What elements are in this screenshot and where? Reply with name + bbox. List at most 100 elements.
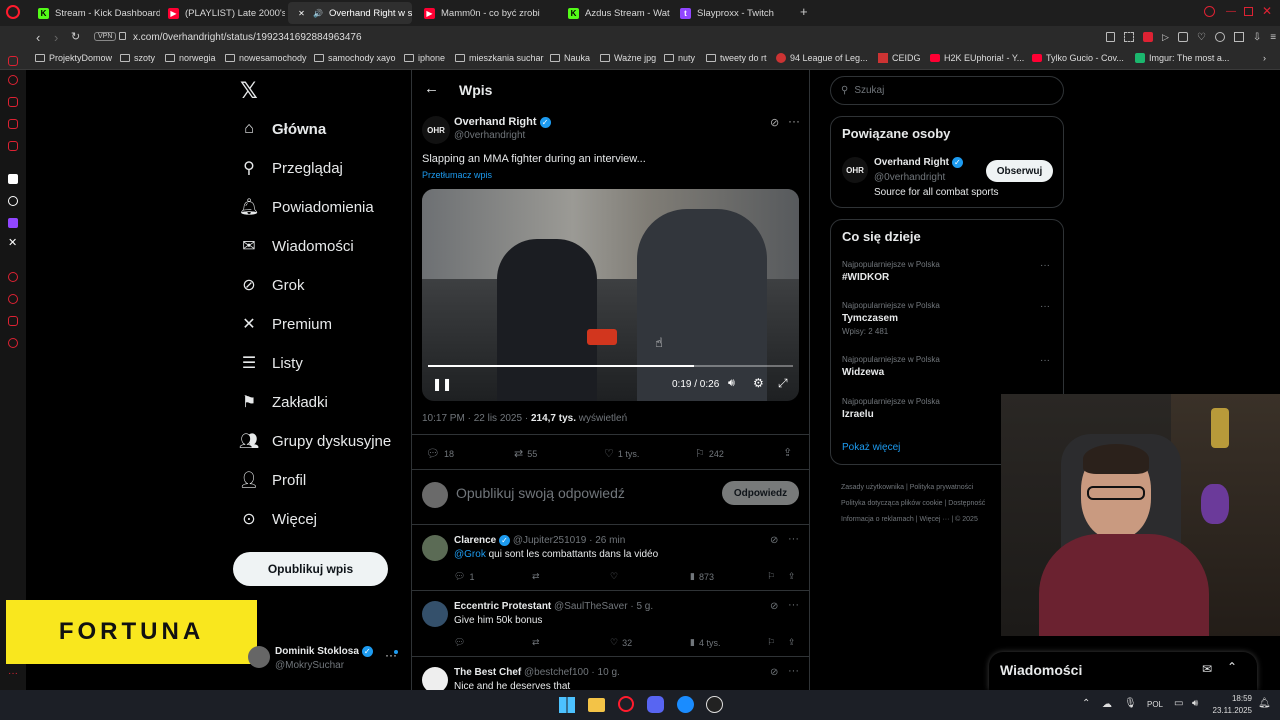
new-tab-button[interactable]: + <box>800 4 808 19</box>
reply-button[interactable]: Odpowiedz <box>722 481 799 505</box>
footer-link[interactable]: Polityka dotycząca plików cookie <box>841 500 943 507</box>
views-action[interactable]: ▮ 4 tys. <box>690 637 720 648</box>
nav-lists[interactable]: ☰ Listy <box>240 354 303 373</box>
notifications-icon[interactable]: 🔔︎ <box>1258 698 1271 709</box>
trend-more-icon[interactable]: ··· <box>1040 301 1050 312</box>
sidebar-bag-icon[interactable] <box>8 97 18 107</box>
bookmark-nauka[interactable]: Nauka <box>550 53 590 63</box>
back-icon[interactable]: ‹ <box>36 30 40 45</box>
reply-action[interactable]: 💬︎ 18 <box>426 447 454 460</box>
close-button[interactable]: ✕ <box>1262 4 1272 18</box>
reply-action[interactable]: 💬︎ 1 <box>454 571 474 582</box>
trend-item[interactable]: Najpopularniejsze w Polska Tymczasem Wpi… <box>842 301 1054 341</box>
sidebar-history-icon[interactable] <box>8 75 18 85</box>
sidebar-aria-icon[interactable] <box>8 56 18 66</box>
obs-icon[interactable] <box>706 696 723 713</box>
tab-mammon[interactable]: ▶ Mamm0n - co być zrobić <box>416 2 540 24</box>
share-icon[interactable] <box>1233 32 1244 42</box>
reply-more-icon[interactable]: ··· <box>788 533 799 545</box>
nav-more[interactable]: ⊙ Więcej <box>240 510 317 529</box>
tab-azdus-stream[interactable]: KAzdus Stream - Watch Li <box>560 2 670 24</box>
bookmark-icon[interactable]: ⚐ <box>767 637 775 648</box>
vpn-badge[interactable]: VPN <box>94 32 117 41</box>
bookmark-tylko-gucio[interactable]: Tylko Gucio - Cov... <box>1032 53 1124 63</box>
mention-link[interactable]: @Grok <box>454 549 486 560</box>
sidebar-settings-icon[interactable] <box>8 338 18 348</box>
onedrive-icon[interactable]: ☁ <box>1102 699 1112 710</box>
bookmarks-overflow-icon[interactable]: › <box>1263 53 1266 63</box>
bookmark-mieszkania-suchar[interactable]: mieszkania suchar <box>455 53 544 63</box>
new-message-icon[interactable]: ✉ <box>1202 662 1212 676</box>
opera-logo-icon[interactable] <box>6 5 20 19</box>
footer-link[interactable]: Dostępność <box>948 500 985 507</box>
language-indicator[interactable]: POL <box>1147 700 1163 709</box>
grok-icon[interactable]: ⊘ <box>770 116 779 129</box>
snapshot-icon[interactable] <box>1124 32 1134 42</box>
play-icon[interactable]: ▷ <box>1162 32 1169 43</box>
bookmark-samochody-xayo[interactable]: samochody xayo <box>314 53 396 63</box>
tab-slayproxx[interactable]: t Slayproxx - Twitch <box>672 2 782 24</box>
post-button[interactable]: Opublikuj wpis <box>233 552 388 586</box>
sidebar-mail-icon[interactable] <box>8 141 18 151</box>
bookmark-norwegia[interactable]: norwegia <box>165 53 216 63</box>
bookmark-wazne-jpg[interactable]: Ważne jpg <box>600 53 656 63</box>
bookmark-ceidg[interactable]: CEIDG <box>878 53 921 63</box>
fullscreen-icon[interactable]: ⤢ <box>778 376 788 391</box>
settings-icon[interactable]: ⚙ <box>753 376 764 390</box>
volume-icon[interactable]: 🔊︎ <box>728 377 735 390</box>
footer-link[interactable]: Więcej ··· <box>919 516 949 523</box>
like-action[interactable]: ♡ 32 <box>610 637 632 648</box>
footer-link[interactable]: Informacja o reklamach <box>841 516 914 523</box>
download-icon[interactable]: ⇩ <box>1253 32 1261 43</box>
post-avatar[interactable]: OHR <box>422 116 450 144</box>
account-switcher[interactable]: Dominik Stoklosa ✓ @MokrySuchar ··· <box>248 644 408 676</box>
video-progress-track[interactable] <box>428 365 793 367</box>
share-icon[interactable]: ⇪ <box>788 637 796 648</box>
trend-more-icon[interactable]: ··· <box>1040 260 1050 271</box>
nav-communities[interactable]: 👥︎ Grupy dyskusyjne <box>239 432 391 451</box>
minimize-button[interactable]: — <box>1226 6 1236 17</box>
sidebar-more-icon[interactable]: ··· <box>8 668 18 679</box>
grok-icon[interactable]: ⊘ <box>770 667 778 678</box>
trend-item[interactable]: Najpopularniejsze w Polska #WIDKOR ··· <box>842 260 1054 294</box>
windows-start-icon[interactable] <box>559 697 575 713</box>
x-logo-icon[interactable]: 𝕏 <box>240 78 258 104</box>
trend-item[interactable]: Najpopularniejsze w Polska Widzewa ··· <box>842 355 1054 389</box>
nav-profile[interactable]: 👤︎ Profil <box>239 471 306 490</box>
bookmark-icon[interactable]: ⚐ <box>767 571 775 582</box>
pin-icon[interactable] <box>1106 32 1115 42</box>
like-action[interactable]: ♡ 1 tys. <box>604 447 639 460</box>
search-tabs-icon[interactable] <box>1204 6 1215 17</box>
tab-overhand-right[interactable]: ✕ 🔊 Overhand Right w se <box>288 2 412 24</box>
nav-notifications[interactable]: 🔔︎ Powiadomienia <box>239 198 374 217</box>
post-handle[interactable]: @0verhandright <box>454 130 525 141</box>
repost-action[interactable]: ⇄ <box>532 637 540 648</box>
easy-setup-icon[interactable] <box>1177 32 1188 42</box>
discord-icon[interactable] <box>647 696 664 713</box>
bookmark-szoty[interactable]: szoty <box>120 53 155 63</box>
views-action[interactable]: ▮ 873 <box>690 571 714 582</box>
trend-more-icon[interactable]: ··· <box>1040 355 1050 366</box>
nav-messages[interactable]: ✉ Wiadomości <box>240 237 353 256</box>
share-icon[interactable]: ⇪ <box>788 571 796 582</box>
nav-grok[interactable]: ⊘ Grok <box>240 276 304 295</box>
bookmark-nowesamochody[interactable]: nowesamochody <box>225 53 307 63</box>
follow-button[interactable]: Obserwuj <box>986 160 1053 182</box>
bookmark-action[interactable]: ⚐ 242 <box>695 447 724 460</box>
sidebar-clock-icon[interactable] <box>8 294 18 304</box>
show-more-link[interactable]: Pokaż więcej <box>842 442 900 453</box>
translate-link[interactable]: Przetłumacz wpis <box>422 170 492 180</box>
bookmark-tweety[interactable]: tweety do rt <box>706 53 767 63</box>
bookmark-nuty[interactable]: nuty <box>664 53 695 63</box>
search-box[interactable]: ⚲ Szukaj <box>830 76 1064 105</box>
grok-icon[interactable]: ⊘ <box>770 601 778 612</box>
video-player[interactable]: ☝ ❚❚ 0:19 / 0:26 🔊︎ ⚙ ⤢ <box>422 189 799 401</box>
back-arrow-icon[interactable]: ← <box>424 80 439 97</box>
nav-home[interactable]: ⌂ Główna <box>240 120 326 138</box>
reply-item[interactable]: Clarence ✓ @Jupiter251019 · 26 min @Grok… <box>412 524 809 590</box>
pause-icon[interactable]: ❚❚ <box>432 377 452 391</box>
post-more-icon[interactable]: ··· <box>788 114 800 128</box>
sidebar-x-icon[interactable]: ✕ <box>8 236 17 249</box>
messenger-icon[interactable] <box>677 696 694 713</box>
reply-item[interactable]: The Best Chef @bestchef100 · 10 g. Nice … <box>412 656 809 690</box>
